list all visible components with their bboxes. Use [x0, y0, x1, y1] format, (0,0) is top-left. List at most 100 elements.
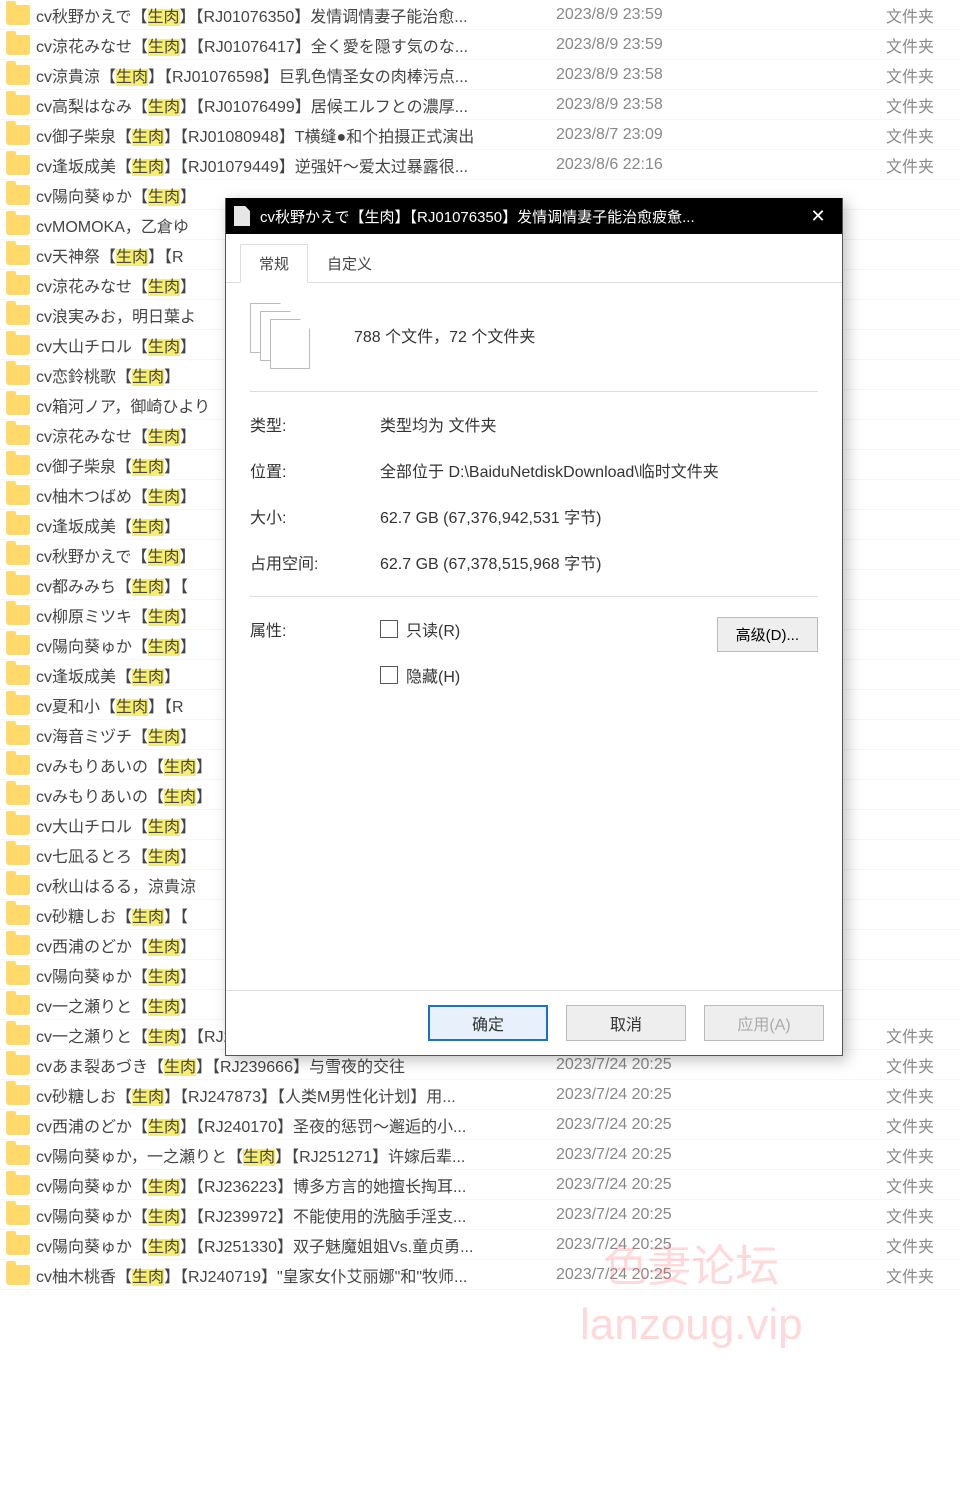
file-name: cv陽向葵ゅか【生肉】【RJ236223】博多方言的她擅长掏耳... — [36, 1173, 556, 1197]
file-date: 2023/8/9 23:58 — [556, 96, 786, 114]
folder-icon — [6, 755, 30, 775]
folder-icon — [6, 875, 30, 895]
folder-icon — [6, 1055, 30, 1075]
folder-icon — [6, 905, 30, 925]
folder-icon — [6, 665, 30, 685]
file-row[interactable]: cv陽向葵ゅか，一之瀬りと【生肉】【RJ251271】许嫁后辈...2023/7… — [0, 1140, 960, 1170]
folder-icon — [6, 725, 30, 745]
file-row[interactable]: cv陽向葵ゅか【生肉】【RJ236223】博多方言的她擅长掏耳...2023/7… — [0, 1170, 960, 1200]
type-value: 类型均为 文件夹 — [380, 412, 818, 436]
file-date: 2023/7/24 20:25 — [556, 1116, 786, 1134]
folder-icon — [6, 1145, 30, 1165]
file-type: 文件夹 — [786, 123, 954, 147]
tab-general[interactable]: 常规 — [240, 244, 308, 283]
folder-icon — [6, 155, 30, 175]
file-row[interactable]: cv陽向葵ゅか【生肉】【RJ239972】不能使用的洗脑手淫支...2023/7… — [0, 1200, 960, 1230]
file-date: 2023/7/24 20:25 — [556, 1266, 786, 1284]
file-type: 文件夹 — [786, 1053, 954, 1077]
file-row[interactable]: cv陽向葵ゅか【生肉】【RJ251330】双子魅魔姐姐Vs.童贞勇...2023… — [0, 1230, 960, 1260]
file-type: 文件夹 — [786, 1263, 954, 1287]
file-row[interactable]: cv砂糖しお【生肉】【RJ247873】【人类M男性化计划】用...2023/7… — [0, 1080, 960, 1110]
file-date: 2023/8/9 23:59 — [556, 36, 786, 54]
folder-icon — [6, 1085, 30, 1105]
folder-icon — [6, 1265, 30, 1285]
tab-bar: 常规 自定义 — [226, 234, 842, 283]
file-name: cv陽向葵ゅか【生肉】【RJ239972】不能使用的洗脑手淫支... — [36, 1203, 556, 1227]
folder-icon — [6, 605, 30, 625]
folder-icon — [6, 5, 30, 25]
file-name: cv柚木桃香【生肉】【RJ240719】"皇家女仆艾丽娜"和"牧师... — [36, 1263, 556, 1287]
file-type: 文件夹 — [786, 63, 954, 87]
type-label: 类型: — [250, 412, 380, 436]
folder-icon — [6, 305, 30, 325]
file-row[interactable]: cv柚木桃香【生肉】【RJ240719】"皇家女仆艾丽娜"和"牧师...2023… — [0, 1260, 960, 1290]
file-date: 2023/7/24 20:25 — [556, 1206, 786, 1224]
file-row[interactable]: cv涼花みなせ【生肉】【RJ01076417】全く愛を隠す気のな...2023/… — [0, 30, 960, 60]
size-value: 62.7 GB (67,376,942,531 字节) — [380, 504, 818, 528]
attr-label: 属性: — [250, 617, 380, 641]
folder-icon — [6, 245, 30, 265]
file-name: cv高梨はなみ【生肉】【RJ01076499】居候エルフとの濃厚... — [36, 93, 556, 117]
hidden-checkbox[interactable] — [380, 666, 398, 684]
folder-icon — [6, 125, 30, 145]
file-row[interactable]: cv涼貴涼【生肉】【RJ01076598】巨乳色情圣女の肉棒污点...2023/… — [0, 60, 960, 90]
folder-icon — [6, 215, 30, 235]
file-row[interactable]: cv逢坂成美【生肉】【RJ01079449】逆强奸～爱太过暴露很...2023/… — [0, 150, 960, 180]
folder-icon — [6, 785, 30, 805]
file-date: 2023/8/7 23:09 — [556, 126, 786, 144]
folder-icon — [6, 635, 30, 655]
ok-button[interactable]: 确定 — [428, 1005, 548, 1041]
file-name: cv陽向葵ゅか，一之瀬りと【生肉】【RJ251271】许嫁后辈... — [36, 1143, 556, 1167]
file-date: 2023/7/24 20:25 — [556, 1086, 786, 1104]
properties-dialog: cv秋野かえで【生肉】【RJ01076350】发情调情妻子能治愈疲惫... ✕ … — [225, 198, 843, 1056]
file-date: 2023/7/24 20:25 — [556, 1176, 786, 1194]
file-row[interactable]: cv西浦のどか【生肉】【RJ240170】圣夜的惩罚～邂逅的小...2023/7… — [0, 1110, 960, 1140]
file-date: 2023/7/24 20:25 — [556, 1236, 786, 1254]
file-name: cv西浦のどか【生肉】【RJ240170】圣夜的惩罚～邂逅的小... — [36, 1113, 556, 1137]
apply-button[interactable]: 应用(A) — [704, 1005, 824, 1041]
size-label: 大小: — [250, 504, 380, 528]
advanced-button[interactable]: 高级(D)... — [717, 617, 818, 652]
readonly-checkbox[interactable] — [380, 620, 398, 638]
tab-custom[interactable]: 自定义 — [308, 244, 391, 283]
folder-icon — [6, 335, 30, 355]
folder-icon — [6, 935, 30, 955]
file-name: cv逢坂成美【生肉】【RJ01079449】逆强奸～爱太过暴露很... — [36, 153, 556, 177]
folder-icon — [6, 1115, 30, 1135]
folder-icon — [6, 395, 30, 415]
file-type: 文件夹 — [786, 1113, 954, 1137]
folder-icon — [6, 1235, 30, 1255]
location-value: 全部位于 D:\BaiduNetdiskDownload\临时文件夹 — [380, 458, 818, 482]
file-date: 2023/7/24 20:25 — [556, 1146, 786, 1164]
folder-icon — [6, 1025, 30, 1045]
folder-icon — [6, 35, 30, 55]
file-row[interactable]: cv秋野かえで【生肉】【RJ01076350】发情调情妻子能治愈...2023/… — [0, 0, 960, 30]
file-row[interactable]: cv高梨はなみ【生肉】【RJ01076499】居候エルフとの濃厚...2023/… — [0, 90, 960, 120]
file-date: 2023/8/6 22:16 — [556, 156, 786, 174]
folder-icon — [6, 815, 30, 835]
folder-icon — [6, 65, 30, 85]
dialog-title: cv秋野かえで【生肉】【RJ01076350】发情调情妻子能治愈疲惫... — [260, 206, 794, 227]
folder-icon — [6, 545, 30, 565]
file-type: 文件夹 — [786, 93, 954, 117]
cancel-button[interactable]: 取消 — [566, 1005, 686, 1041]
file-name: cv御子柴泉【生肉】【RJ01080948】T横缝●和个拍摄正式演出 — [36, 123, 556, 147]
file-type: 文件夹 — [786, 1083, 954, 1107]
folder-icon — [6, 845, 30, 865]
file-type: 文件夹 — [786, 153, 954, 177]
document-icon — [234, 206, 250, 226]
file-type: 文件夹 — [786, 1203, 954, 1227]
file-type: 文件夹 — [786, 1233, 954, 1257]
file-type: 文件夹 — [786, 3, 954, 27]
folder-icon — [6, 575, 30, 595]
summary-text: 788 个文件，72 个文件夹 — [354, 323, 535, 347]
close-button[interactable]: ✕ — [794, 198, 842, 234]
disk-label: 占用空间: — [250, 550, 380, 574]
folder-icon — [6, 275, 30, 295]
readonly-label: 只读(R) — [406, 617, 460, 641]
file-name: cv砂糖しお【生肉】【RJ247873】【人类M男性化计划】用... — [36, 1083, 556, 1107]
folder-icon — [6, 1205, 30, 1225]
location-label: 位置: — [250, 458, 380, 482]
dialog-titlebar[interactable]: cv秋野かえで【生肉】【RJ01076350】发情调情妻子能治愈疲惫... ✕ — [226, 198, 842, 234]
file-row[interactable]: cv御子柴泉【生肉】【RJ01080948】T横缝●和个拍摄正式演出2023/8… — [0, 120, 960, 150]
